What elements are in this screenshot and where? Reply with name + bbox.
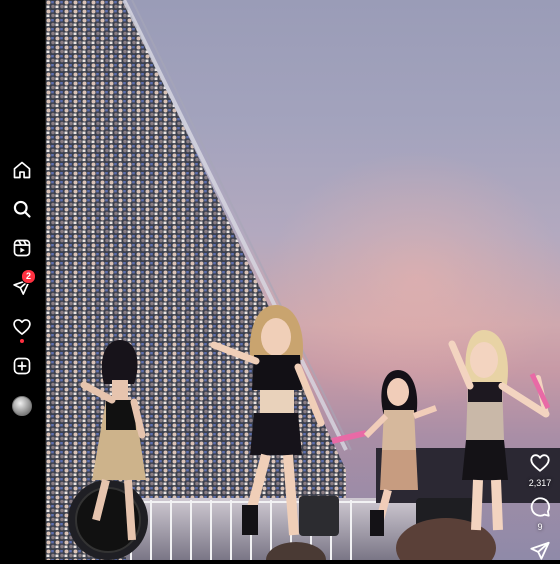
sidebar-item-profile[interactable] bbox=[8, 392, 36, 420]
comment-count: 9 bbox=[537, 522, 543, 532]
sidebar-item-reels[interactable] bbox=[8, 234, 36, 262]
performer-left bbox=[80, 340, 146, 541]
sidebar-nav: 2 bbox=[0, 0, 46, 560]
reels-icon bbox=[13, 239, 31, 257]
performer-right-center bbox=[363, 370, 438, 536]
sidebar-item-home[interactable] bbox=[8, 156, 36, 184]
sidebar-item-search[interactable] bbox=[8, 195, 36, 223]
messages-badge: 2 bbox=[21, 269, 36, 284]
search-icon bbox=[13, 200, 31, 218]
home-icon bbox=[13, 161, 31, 179]
reel-viewer[interactable] bbox=[46, 0, 560, 560]
like-count: 2,317 bbox=[528, 478, 552, 488]
sidebar-item-notifications[interactable] bbox=[8, 313, 36, 343]
comment-button[interactable] bbox=[527, 494, 553, 520]
performers bbox=[80, 305, 551, 541]
heart-icon bbox=[13, 319, 31, 335]
reel-actions: 2,317 9 bbox=[520, 450, 560, 564]
plus-square-icon bbox=[13, 357, 31, 375]
share-icon bbox=[530, 541, 550, 560]
avatar bbox=[12, 396, 32, 416]
share-button[interactable] bbox=[527, 538, 553, 564]
comment-icon bbox=[530, 497, 550, 517]
sidebar-item-messages[interactable]: 2 bbox=[8, 269, 36, 301]
notification-dot bbox=[20, 339, 24, 343]
performer-center bbox=[210, 305, 367, 536]
like-button[interactable] bbox=[527, 450, 553, 476]
sidebar-item-create[interactable] bbox=[8, 352, 36, 380]
heart-icon bbox=[530, 454, 550, 472]
